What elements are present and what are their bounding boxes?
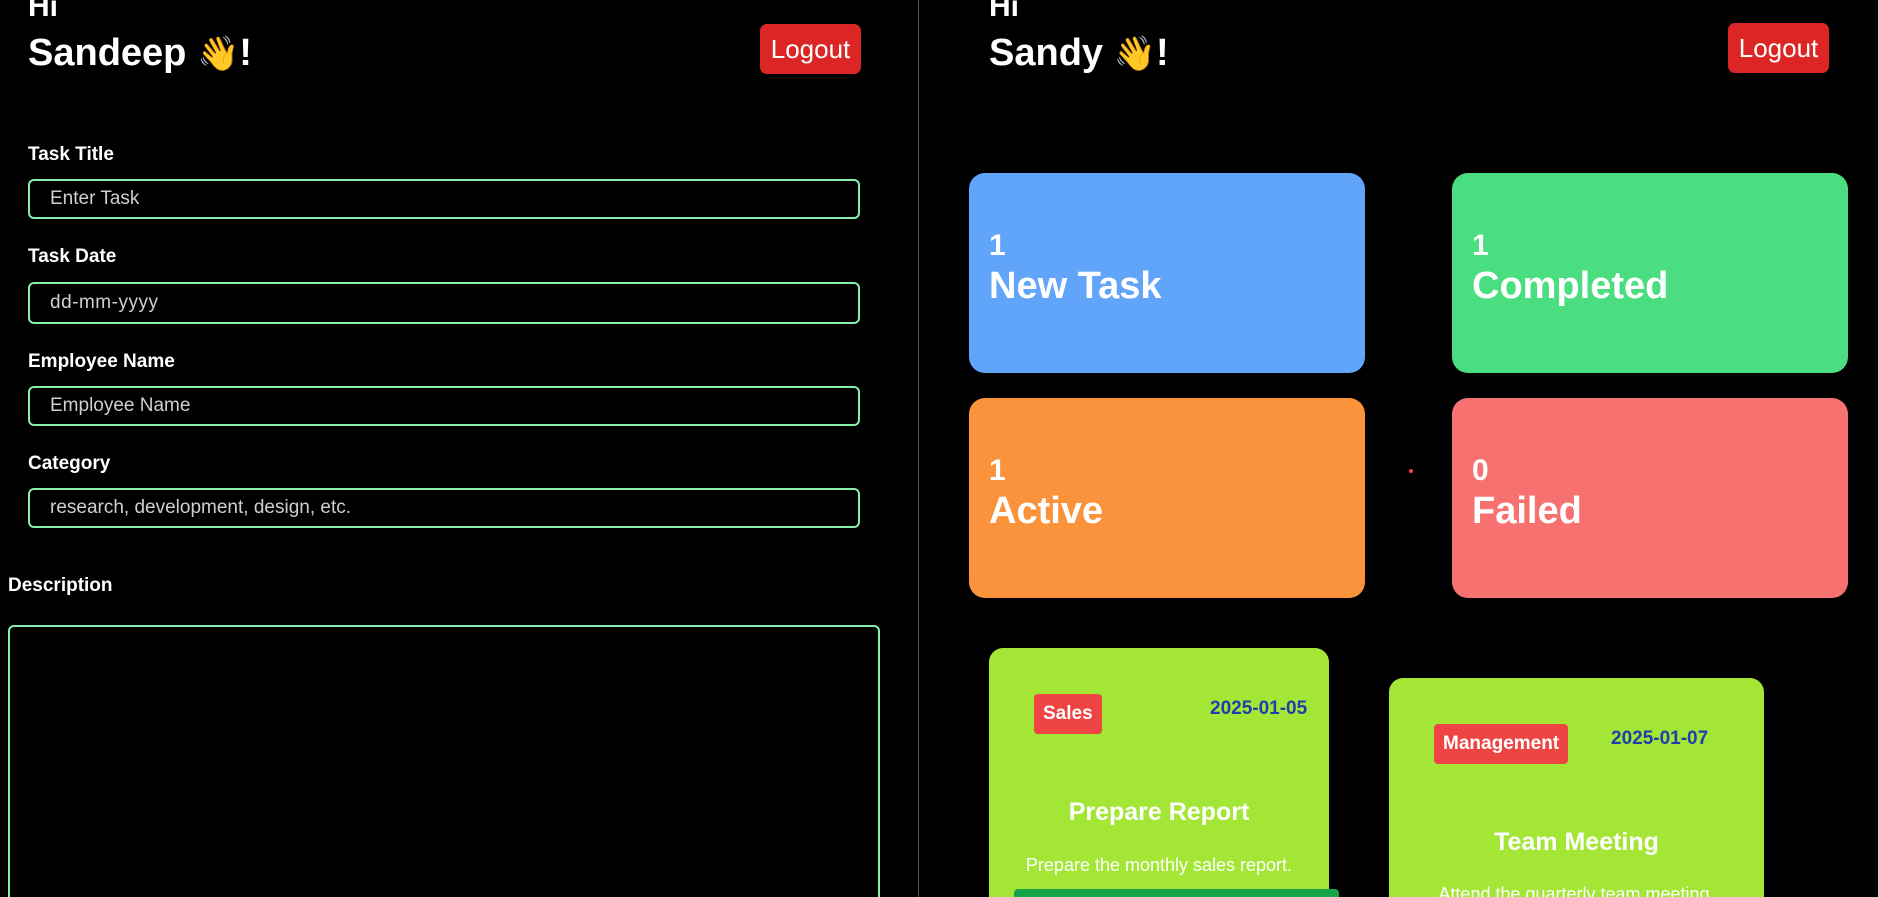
user-name: Sandy <box>989 32 1104 74</box>
stat-label: Active <box>989 490 1104 532</box>
waving-hand-icon: 👋 <box>196 34 240 74</box>
employee-name-input[interactable] <box>28 386 860 426</box>
task-description: Prepare the monthly sales report. <box>1025 855 1293 875</box>
task-card: Sales 2025-01-05 Prepare Report Prepare … <box>989 648 1339 897</box>
task-title-label: Task Title <box>28 144 114 165</box>
task-date-input[interactable] <box>28 282 860 324</box>
task-action-button[interactable] <box>1014 889 1339 897</box>
task-date: 2025-01-05 <box>1210 698 1308 719</box>
task-card: Management 2025-01-07 Team Meeting Atten… <box>1389 678 1764 897</box>
stat-label: New Task <box>989 265 1162 307</box>
task-title-input[interactable] <box>28 179 860 219</box>
greeting-text: Hi <box>989 0 1019 23</box>
user-name: Sandeep <box>28 32 187 74</box>
description-textarea[interactable] <box>8 625 880 897</box>
admin-panel: Hi Sandeep 👋! Logout Task Title Task Dat… <box>0 0 919 897</box>
category-badge: Sales <box>1034 694 1102 734</box>
employee-name-label: Employee Name <box>28 351 175 372</box>
logout-button[interactable]: Logout <box>760 24 861 74</box>
category-badge: Management <box>1434 724 1569 764</box>
stat-label: Completed <box>1472 265 1669 307</box>
stat-card-failed: 0 Failed <box>1452 398 1848 598</box>
task-date: 2025-01-07 <box>1611 728 1709 749</box>
user-name-heading: Sandeep 👋! <box>28 34 252 72</box>
exclamation: ! <box>1155 32 1169 74</box>
stat-card-active: 1 Active <box>969 398 1365 598</box>
category-label: Category <box>28 453 111 474</box>
description-label: Description <box>8 575 113 596</box>
stat-count: 0 <box>1472 454 1489 487</box>
dot-marker <box>1409 469 1413 473</box>
task-date-label: Task Date <box>28 246 117 267</box>
stat-count: 1 <box>989 454 1006 487</box>
waving-hand-icon: 👋 <box>1113 34 1156 74</box>
stat-card-new-task: 1 New Task <box>969 173 1365 373</box>
stat-card-completed: 1 Completed <box>1452 173 1848 373</box>
task-description: Attend the quarterly team meeting. <box>1438 884 1715 897</box>
exclamation: ! <box>239 32 252 74</box>
stat-count: 1 <box>1472 229 1489 262</box>
logout-button[interactable]: Logout <box>1728 23 1829 73</box>
task-title: Team Meeting <box>1494 828 1659 856</box>
category-input[interactable] <box>28 488 860 528</box>
task-title: Prepare Report <box>1068 798 1250 826</box>
stat-count: 1 <box>989 229 1006 262</box>
greeting-text: Hi <box>28 0 58 23</box>
user-name-heading: Sandy 👋! <box>989 34 1169 72</box>
stat-label: Failed <box>1472 490 1582 532</box>
employee-dashboard: Hi Sandy 👋! Logout 1 New Task 1 Complete… <box>919 0 1878 897</box>
